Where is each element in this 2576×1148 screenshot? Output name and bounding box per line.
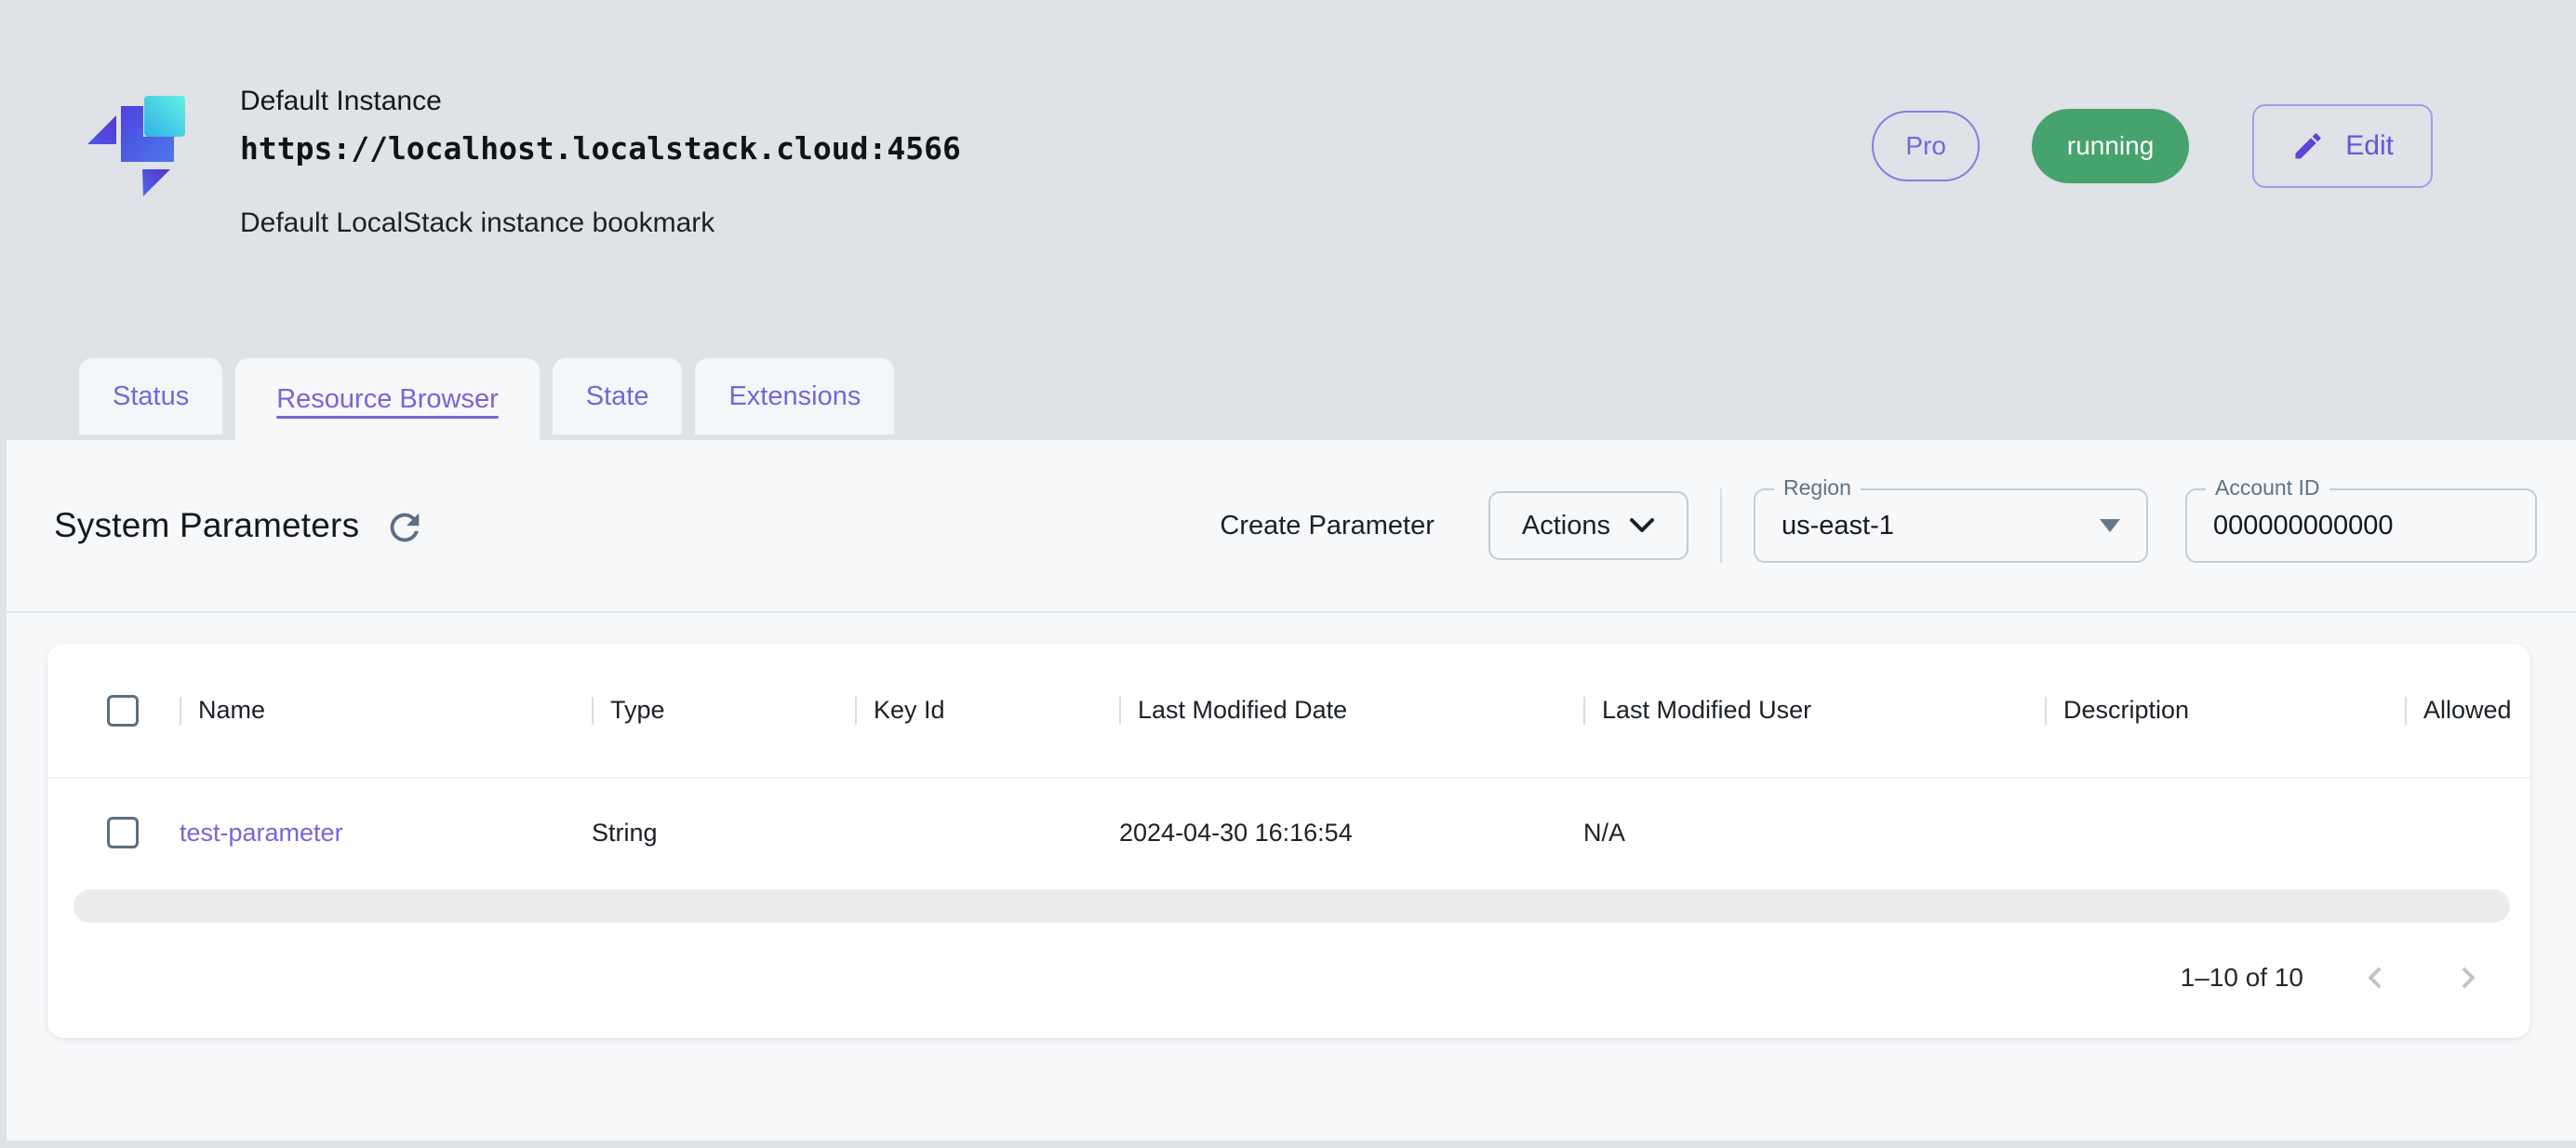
column-header-key-id: Key Id bbox=[855, 644, 1119, 777]
table-header-row: Name Type Key Id Last Modified Date Last… bbox=[47, 644, 2530, 779]
refresh-button[interactable] bbox=[383, 506, 426, 552]
instance-url: https://localhost.localstack.cloud:4566 bbox=[240, 130, 961, 167]
refresh-icon bbox=[383, 506, 426, 549]
column-header-name: Name bbox=[180, 644, 592, 777]
row-select-cell bbox=[47, 779, 180, 887]
pagination-range-label: 1–10 of 10 bbox=[2181, 963, 2303, 993]
column-header-last-modified-date: Last Modified Date bbox=[1119, 644, 1583, 777]
chevron-down-icon bbox=[1629, 517, 1655, 534]
parameter-name-link[interactable]: test-parameter bbox=[180, 819, 343, 848]
cell-allowed bbox=[2405, 779, 2530, 887]
column-header-type: Type bbox=[592, 644, 855, 777]
header-badges: Pro running Edit bbox=[1872, 104, 2433, 188]
region-select-value: us-east-1 bbox=[1782, 511, 1894, 541]
select-all-cell bbox=[47, 644, 180, 777]
row-checkbox[interactable] bbox=[107, 817, 139, 848]
resource-browser-panel: System Parameters Create Parameter Actio… bbox=[7, 440, 2576, 1141]
cell-description bbox=[2045, 779, 2405, 887]
cell-key-id bbox=[855, 779, 1119, 887]
actions-button[interactable]: Actions bbox=[1488, 491, 1688, 560]
account-id-label: Account ID bbox=[2206, 475, 2329, 501]
account-id-field[interactable]: Account ID 000000000000 bbox=[2185, 488, 2537, 563]
tab-resource-browser[interactable]: Resource Browser bbox=[235, 358, 540, 440]
tab-bar: Status Resource Browser State Extensions bbox=[79, 358, 894, 440]
select-all-checkbox[interactable] bbox=[107, 695, 139, 727]
instance-description: Default LocalStack instance bookmark bbox=[240, 207, 961, 239]
column-header-allowed: Allowed bbox=[2405, 644, 2530, 777]
page-title: System Parameters bbox=[54, 506, 359, 545]
app-window: Default Instance https://localhost.local… bbox=[0, 0, 2576, 1148]
actions-button-label: Actions bbox=[1522, 511, 1610, 541]
region-select[interactable]: Region us-east-1 bbox=[1754, 488, 2148, 563]
dropdown-arrow-icon bbox=[2100, 519, 2120, 532]
next-page-button[interactable] bbox=[2447, 956, 2489, 999]
localstack-logo-icon bbox=[86, 93, 197, 209]
cell-last-modified-date: 2024-04-30 16:16:54 bbox=[1119, 779, 1583, 887]
status-badge: running bbox=[2032, 109, 2189, 183]
chevron-right-icon bbox=[2447, 956, 2489, 999]
pencil-icon bbox=[2291, 129, 2325, 163]
toolbar: System Parameters Create Parameter Actio… bbox=[7, 440, 2576, 611]
table-row: test-parameter String 2024-04-30 16:16:5… bbox=[47, 779, 2530, 887]
chevron-left-icon bbox=[2354, 956, 2396, 999]
pagination: 1–10 of 10 bbox=[47, 923, 2530, 1033]
account-id-value: 000000000000 bbox=[2213, 511, 2394, 541]
tab-state[interactable]: State bbox=[553, 358, 683, 434]
toolbar-divider bbox=[1720, 488, 1722, 563]
column-header-description: Description bbox=[2045, 644, 2405, 777]
region-select-label: Region bbox=[1774, 475, 1861, 501]
tab-extensions[interactable]: Extensions bbox=[695, 358, 894, 434]
cell-last-modified-user: N/A bbox=[1583, 779, 2045, 887]
instance-header: Default Instance https://localhost.local… bbox=[240, 86, 961, 239]
column-header-last-modified-user: Last Modified User bbox=[1583, 644, 2045, 777]
edit-button-label: Edit bbox=[2345, 130, 2394, 162]
previous-page-button[interactable] bbox=[2354, 956, 2396, 999]
create-parameter-button[interactable]: Create Parameter bbox=[1220, 511, 1435, 541]
parameters-table-card: Name Type Key Id Last Modified Date Last… bbox=[47, 644, 2530, 1038]
horizontal-scrollbar[interactable] bbox=[73, 889, 2510, 923]
tab-status[interactable]: Status bbox=[79, 358, 222, 434]
cell-type: String bbox=[592, 779, 855, 887]
pro-badge: Pro bbox=[1872, 111, 1980, 181]
edit-button[interactable]: Edit bbox=[2252, 104, 2433, 188]
panel-divider bbox=[7, 611, 2576, 613]
instance-title: Default Instance bbox=[240, 86, 961, 117]
